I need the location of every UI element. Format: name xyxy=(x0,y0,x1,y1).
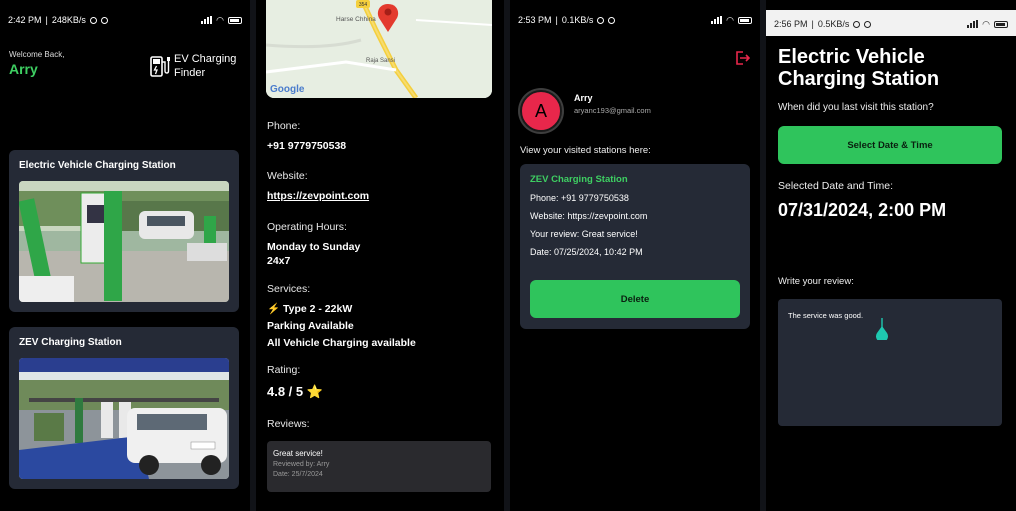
settings-icon xyxy=(853,20,861,28)
user-name: Arry xyxy=(9,61,38,77)
station-card-title: ZEV Charging Station xyxy=(19,337,122,348)
notification-icon xyxy=(864,20,872,28)
service-item: Parking Available xyxy=(267,320,354,332)
visited-phone: Phone: +91 9779750538 xyxy=(530,193,629,203)
hours-time: 24x7 xyxy=(267,255,291,267)
phone-label: Phone: xyxy=(267,120,301,132)
phone-value[interactable]: +91 9779750538 xyxy=(267,139,346,153)
profile-email: aryanc193@gmail.com xyxy=(574,106,651,115)
hours-label: Operating Hours: xyxy=(267,221,347,233)
review-input[interactable]: The service was good. xyxy=(778,299,1002,426)
website-label: Website: xyxy=(267,170,308,182)
notification-icon xyxy=(100,16,108,24)
app-name-line2: Finder xyxy=(174,67,206,79)
page-title: Electric Vehicle Charging Station xyxy=(778,46,939,90)
visited-station-card: ZEV Charging Station Phone: +91 97797505… xyxy=(520,164,750,329)
visited-label: View your visited stations here: xyxy=(520,145,651,156)
select-date-time-button[interactable]: Select Date & Time xyxy=(778,126,1002,164)
status-bar: 2:42 PM | 248KB/s ◠ xyxy=(0,10,250,30)
map-view[interactable]: 354 Harse Chhina Raja Sansi Google xyxy=(266,0,492,98)
visit-question: When did you last visit this station? xyxy=(778,102,934,113)
station-photo xyxy=(19,358,229,479)
home-screen: 2:42 PM | 248KB/s ◠ Welcome Back, Arry E… xyxy=(0,0,250,511)
visited-date: Date: 07/25/2024, 10:42 PM xyxy=(530,247,643,257)
review-card: Great service! Reviewed by: Arry Date: 2… xyxy=(267,441,491,492)
signal-icon xyxy=(201,16,213,24)
service-item: All Vehicle Charging available xyxy=(267,337,416,349)
station-card[interactable]: ZEV Charging Station xyxy=(9,327,239,489)
visited-station-title: ZEV Charging Station xyxy=(530,174,628,185)
delete-button[interactable]: Delete xyxy=(530,280,740,318)
avatar: A xyxy=(520,90,562,132)
station-card-title: Electric Vehicle Charging Station xyxy=(19,160,176,171)
battery-icon xyxy=(228,16,242,24)
review-screen: 2:56 PM | 0.5KB/s ◠ Electric Vehicle Cha… xyxy=(766,0,1016,511)
rating-label: Rating: xyxy=(267,364,301,376)
visited-website: Website: https://zevpoint.com xyxy=(530,211,648,221)
rating-value: 4.8 / 5 ⭐ xyxy=(267,384,323,399)
status-speed: 0.1KB/s xyxy=(561,15,594,25)
review-date: Date: 25/7/2024 xyxy=(273,471,323,478)
google-logo: Google xyxy=(270,84,305,95)
charger-icon xyxy=(150,56,170,77)
map-place: Raja Sansi xyxy=(366,58,395,64)
status-bar: 2:56 PM | 0.5KB/s ◠ xyxy=(766,14,1016,34)
road-badge: 354 xyxy=(359,2,368,8)
app-logo: EV Charging Finder xyxy=(150,52,236,80)
visited-review: Your review: Great service! xyxy=(530,229,638,239)
wifi-icon: ◠ xyxy=(982,18,990,29)
review-text: Great service! xyxy=(273,449,323,458)
write-review-label: Write your review: xyxy=(778,276,854,287)
welcome-text: Welcome Back, xyxy=(9,50,65,59)
selected-date-value: 07/31/2024, 2:00 PM xyxy=(778,200,947,220)
status-speed: 248KB/s xyxy=(51,15,86,25)
review-author: Reviewed by: Arry xyxy=(273,461,330,468)
status-speed: 0.5KB/s xyxy=(817,19,850,29)
signal-icon xyxy=(711,16,723,24)
map-place: Harse Chhina xyxy=(336,16,376,23)
status-time: 2:42 PM xyxy=(8,15,42,25)
wifi-icon: ◠ xyxy=(726,14,734,25)
page-title-line2: Charging Station xyxy=(778,68,940,90)
station-photo xyxy=(19,181,229,302)
signal-icon xyxy=(967,20,979,28)
review-input-text: The service was good. xyxy=(788,311,864,320)
station-card[interactable]: Electric Vehicle Charging Station xyxy=(9,150,239,312)
profile-name: Arry xyxy=(574,93,593,103)
website-link[interactable]: https://zevpoint.com xyxy=(267,189,369,203)
logout-icon[interactable] xyxy=(734,50,750,66)
reviews-label: Reviews: xyxy=(267,418,310,430)
status-bar: 2:53 PM | 0.1KB/s ◠ xyxy=(510,10,760,30)
battery-icon xyxy=(994,20,1008,28)
hours-days: Monday to Sunday xyxy=(267,241,361,253)
settings-icon xyxy=(89,16,97,24)
status-time: 2:56 PM xyxy=(774,19,808,29)
services-label: Services: xyxy=(267,283,311,295)
wifi-icon: ◠ xyxy=(216,14,224,25)
text-cursor-handle-icon[interactable] xyxy=(875,318,889,340)
settings-icon xyxy=(597,16,605,24)
battery-icon xyxy=(738,16,752,24)
app-name-line1: EV Charging xyxy=(174,53,237,65)
station-detail-screen: 354 Harse Chhina Raja Sansi Google Phone… xyxy=(256,0,504,511)
page-title-line1: Electric Vehicle xyxy=(778,46,925,68)
service-item: ⚡ Type 2 - 22kW xyxy=(267,303,353,315)
profile-screen: 2:53 PM | 0.1KB/s ◠ A Arry aryanc193@gma… xyxy=(510,0,760,511)
selected-date-label: Selected Date and Time: xyxy=(778,180,893,192)
notification-icon xyxy=(608,16,616,24)
status-time: 2:53 PM xyxy=(518,15,552,25)
